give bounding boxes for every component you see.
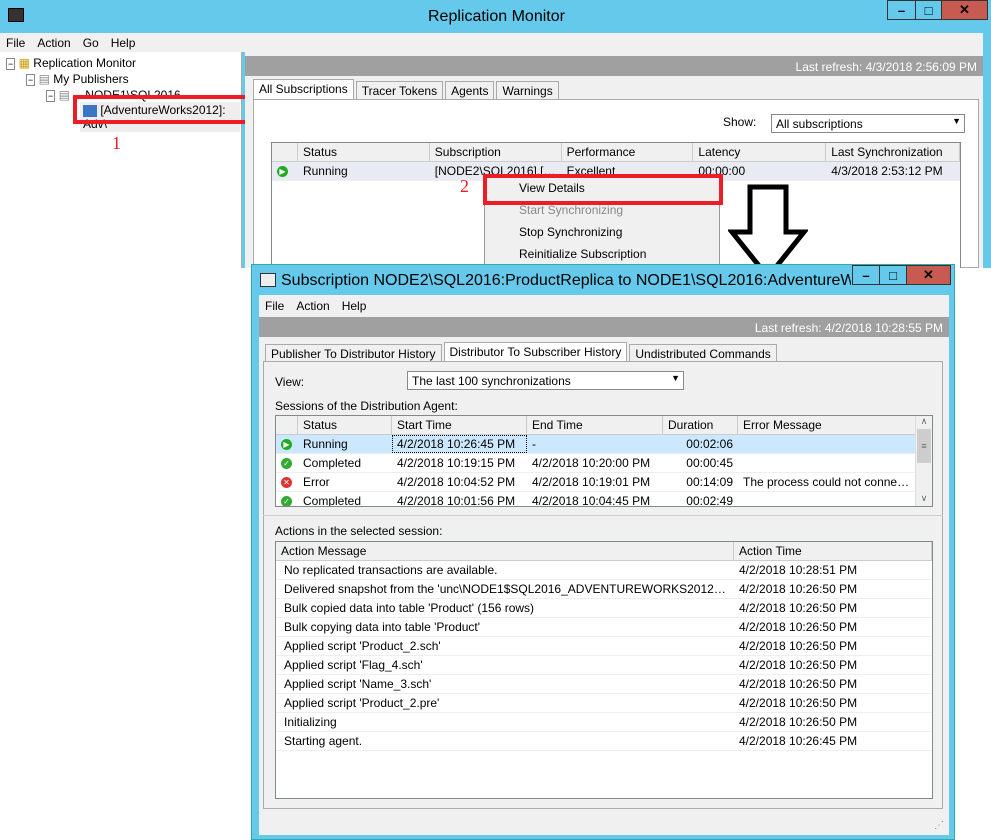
- action-row[interactable]: Initializing 4/2/2018 10:26:50 PM: [276, 713, 932, 732]
- menu-go[interactable]: Go: [77, 36, 105, 50]
- menu-action[interactable]: Action: [31, 36, 76, 50]
- menu-file[interactable]: File: [259, 299, 290, 313]
- col-latency[interactable]: Latency: [693, 143, 827, 161]
- menu-file[interactable]: File: [0, 36, 31, 50]
- scroll-down-icon[interactable]: ∨: [916, 493, 932, 504]
- detail-minimize-button[interactable]: –: [852, 265, 880, 285]
- tab-distributor-to-subscriber[interactable]: Distributor To Subscriber History: [443, 342, 628, 363]
- detail-tabs: Publisher To Distributor History Distrib…: [265, 342, 779, 363]
- maximize-button[interactable]: □: [915, 0, 942, 20]
- action-row[interactable]: No replicated transactions are available…: [276, 561, 932, 580]
- actions-grid: Action Message Action Time No replicated …: [275, 541, 933, 799]
- main-title-bar: Replication Monitor – □ ✕: [0, 0, 991, 33]
- action-row[interactable]: Bulk copying data into table 'Product' 4/…: [276, 618, 932, 637]
- sessions-label: Sessions of the Distribution Agent:: [275, 399, 458, 413]
- annotation-2: 2: [460, 176, 469, 196]
- session-row[interactable]: ✓ Completed 4/2/2018 10:01:56 PM 4/2/2018 1…: [276, 492, 932, 506]
- tab-agents[interactable]: Agents: [445, 81, 495, 100]
- menu-action[interactable]: Action: [290, 299, 335, 313]
- minimize-button[interactable]: –: [887, 0, 916, 20]
- sessions-grid: Status Start Time End Time Duration Error Me…: [275, 415, 933, 507]
- scroll-up-icon[interactable]: ∧: [916, 416, 932, 427]
- database-icon: ▤: [38, 72, 50, 86]
- scroll-thumb[interactable]: ≡: [917, 429, 931, 463]
- tab-warnings[interactable]: Warnings: [496, 81, 559, 100]
- detail-window: Subscription NODE2\SQL2016:ProductReplic…: [251, 264, 955, 840]
- main-window: Replication Monitor – □ ✕ File Action Go…: [0, 0, 991, 268]
- action-row[interactable]: Applied script 'Flag_4.sch' 4/2/2018 10:2…: [276, 656, 932, 675]
- action-row[interactable]: Delivered snapshot from the 'unc\NODE1$S…: [276, 580, 932, 599]
- error-icon: ✕: [281, 477, 292, 489]
- session-row[interactable]: ✕ Error 4/2/2018 10:04:52 PM 4/2/2018 10:19…: [276, 473, 932, 492]
- col-error-message[interactable]: Error Message: [738, 416, 918, 434]
- highlight-box-2: [483, 174, 723, 205]
- action-row[interactable]: Starting agent. 4/2/2018 10:26:45 PM: [276, 732, 932, 751]
- completed-icon: ✓: [281, 496, 292, 506]
- running-icon: ▶: [281, 439, 292, 451]
- annotation-1: 1: [112, 133, 121, 153]
- tree-item-replication-monitor[interactable]: − ▦ Replication Monitor: [6, 56, 136, 70]
- menu-help[interactable]: Help: [105, 36, 142, 50]
- subscriptions-panel: Last refresh: 4/3/2018 2:56:09 PM All Su…: [245, 52, 983, 268]
- action-row[interactable]: Bulk copied data into table 'Product' (1…: [276, 599, 932, 618]
- detail-last-refresh-bar: Last refresh: 4/2/2018 10:28:55 PM: [259, 317, 949, 337]
- completed-icon: ✓: [281, 458, 292, 470]
- action-row[interactable]: Applied script 'Product_2.pre' 4/2/2018 1…: [276, 694, 932, 713]
- col-performance[interactable]: Performance: [562, 143, 694, 161]
- detail-menu-bar: File Action Help: [259, 295, 949, 317]
- subscription-icon: [260, 273, 276, 287]
- running-icon: ▶: [277, 166, 288, 178]
- tree-item-my-publishers[interactable]: − ▤ My Publishers: [26, 72, 129, 86]
- col-action-message[interactable]: Action Message: [276, 542, 734, 560]
- col-start-time[interactable]: Start Time: [392, 416, 527, 434]
- tree-panel: − ▦ Replication Monitor − ▤ My Publisher…: [0, 52, 242, 268]
- action-row[interactable]: Applied script 'Name_3.sch' 4/2/2018 10:2…: [276, 675, 932, 694]
- menu-stop-synchronizing[interactable]: Stop Synchronizing: [485, 221, 719, 243]
- view-label: View:: [275, 375, 305, 389]
- session-row[interactable]: ▶ Running 4/2/2018 10:26:45 PM -00:02:06: [276, 435, 932, 454]
- tab-all-subscriptions[interactable]: All Subscriptions: [253, 79, 354, 100]
- action-row[interactable]: Applied script 'Product_2.sch' 4/2/2018 1…: [276, 637, 932, 656]
- col-last-sync[interactable]: Last Synchronization: [826, 143, 960, 161]
- server-group-icon: ▦: [18, 56, 30, 70]
- close-button[interactable]: ✕: [941, 0, 988, 20]
- detail-title: Subscription NODE2\SQL2016:ProductReplic…: [281, 272, 851, 289]
- chevron-down-icon: ▼: [952, 116, 961, 126]
- main-menu-bar: File Action Go Help: [0, 33, 983, 52]
- show-label: Show:: [723, 115, 757, 129]
- app-icon: [8, 8, 24, 22]
- col-subscription[interactable]: Subscription: [430, 143, 562, 161]
- menu-reinitialize-subscription[interactable]: Reinitialize Subscription: [485, 243, 719, 265]
- main-tabs: All Subscriptions Tracer Tokens Agents W…: [253, 79, 561, 100]
- detail-maximize-button[interactable]: □: [879, 265, 907, 285]
- col-end-time[interactable]: End Time: [527, 416, 663, 434]
- resize-grip-icon[interactable]: ⋰: [934, 820, 944, 831]
- col-duration[interactable]: Duration: [663, 416, 738, 434]
- sessions-scrollbar[interactable]: ∧ ≡ ∨: [915, 416, 932, 506]
- highlight-box-1: [73, 95, 251, 124]
- chevron-down-icon: ▼: [671, 373, 680, 383]
- detail-close-button[interactable]: ✕: [906, 265, 951, 285]
- view-dropdown[interactable]: The last 100 synchronizations ▼: [407, 371, 684, 390]
- col-status[interactable]: Status: [298, 143, 430, 161]
- session-row[interactable]: ✓ Completed 4/2/2018 10:19:15 PM 4/2/2018 1…: [276, 454, 932, 473]
- tab-tracer-tokens[interactable]: Tracer Tokens: [355, 81, 444, 100]
- main-title: Replication Monitor: [428, 8, 565, 25]
- detail-title-bar: Subscription NODE2\SQL2016:ProductReplic…: [252, 265, 954, 295]
- show-dropdown[interactable]: All subscriptions ▼: [771, 114, 965, 133]
- last-refresh-bar: Last refresh: 4/3/2018 2:56:09 PM: [245, 56, 983, 76]
- actions-label: Actions in the selected session:: [275, 524, 443, 538]
- menu-help[interactable]: Help: [336, 299, 373, 313]
- col-action-time[interactable]: Action Time: [734, 542, 932, 560]
- col-status[interactable]: Status: [298, 416, 392, 434]
